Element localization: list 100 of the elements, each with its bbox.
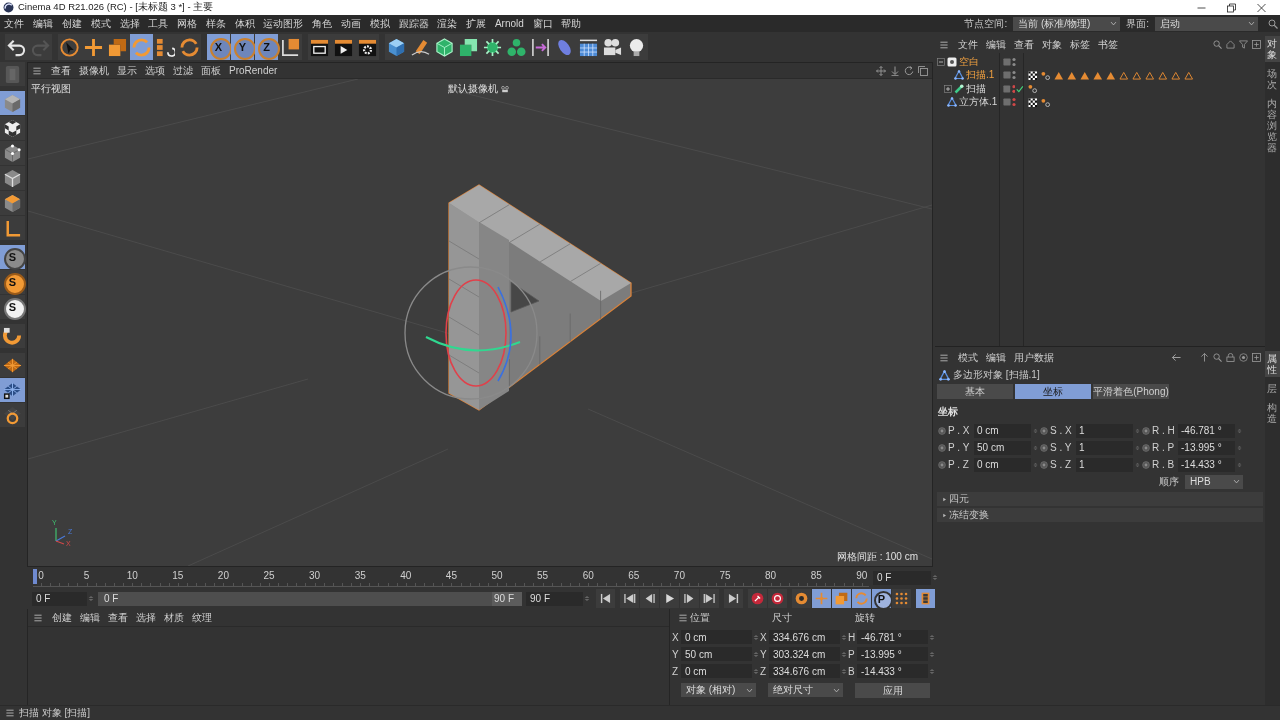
checkerboard-icon[interactable]	[1028, 97, 1038, 107]
circle-dot-icon[interactable]	[938, 426, 946, 435]
point-mode-button[interactable]	[0, 141, 25, 165]
material-menu-item[interactable]: 编辑	[76, 610, 104, 625]
position-field[interactable]: 50 cm	[681, 647, 752, 661]
viewport-menu-item[interactable]: 显示	[113, 63, 141, 78]
apply-button[interactable]: 应用	[855, 683, 930, 698]
menu-icon[interactable]	[678, 614, 688, 622]
filter-icon[interactable]	[1239, 40, 1248, 49]
viewport-menu-item[interactable]: 面板	[197, 63, 225, 78]
left-arrow-icon[interactable]	[1171, 353, 1182, 362]
node-space-dropdown[interactable]: 当前 (标准/物理)	[1013, 16, 1121, 31]
up-arrow-icon[interactable]	[1200, 353, 1209, 362]
expand-box-icon[interactable]	[944, 84, 952, 93]
menu-item[interactable]: 网格	[172, 16, 202, 31]
position-field[interactable]: 0 cm	[681, 630, 752, 644]
lock-icon[interactable]	[1226, 353, 1235, 362]
side-tab[interactable]: 构造	[1265, 400, 1280, 426]
attribute-menu-item[interactable]: 编辑	[982, 350, 1010, 365]
value-field[interactable]: 1	[1076, 457, 1133, 472]
side-tab[interactable]: 内容浏览器	[1265, 96, 1280, 155]
size-field[interactable]: 334.676 cm	[769, 664, 840, 678]
axis-button[interactable]: Y	[231, 34, 254, 60]
key-selection-button[interactable]	[792, 589, 811, 608]
menu-item[interactable]: 窗口	[528, 16, 557, 31]
menu-item[interactable]: Arnold	[490, 18, 529, 29]
layout-dropdown[interactable]: 启动	[1155, 16, 1258, 31]
timeline-button[interactable]	[916, 589, 935, 608]
axis-button[interactable]: Z	[255, 34, 278, 60]
prev-frame-button[interactable]	[640, 589, 659, 608]
value-field[interactable]: -13.995 °	[1178, 440, 1235, 455]
rotation-field[interactable]: -13.995 °	[857, 647, 928, 661]
dot-and-ring-icon[interactable]	[1028, 84, 1038, 94]
check-mark-icon[interactable]	[1016, 84, 1024, 93]
object-name[interactable]: 立方体.1	[959, 95, 998, 110]
menu-item[interactable]: 编辑	[28, 16, 58, 31]
material-menu-item[interactable]: 材质	[160, 610, 188, 625]
object-name[interactable]: 扫描	[966, 81, 986, 96]
dot-pair-icon[interactable]	[1011, 83, 1016, 94]
dot-pair-icon[interactable]	[1012, 56, 1016, 67]
position-field[interactable]: 0 cm	[681, 664, 752, 678]
order-dropdown[interactable]: HPB	[1185, 474, 1243, 489]
circle-dot-icon[interactable]	[1040, 426, 1048, 435]
menu-item[interactable]: 工具	[143, 16, 173, 31]
tab[interactable]: 基本	[937, 384, 1013, 399]
rotation-field[interactable]: -14.433 °	[857, 664, 928, 678]
auto-key-button[interactable]	[768, 589, 787, 608]
menu-item[interactable]: 动画	[336, 16, 366, 31]
overlapping-squares-icon[interactable]	[918, 65, 928, 76]
search-icon[interactable]	[1213, 353, 1222, 362]
circle-dot-icon[interactable]	[938, 443, 946, 452]
circle-dot-icon[interactable]	[1142, 460, 1150, 469]
menu-item[interactable]: 帮助	[556, 16, 586, 31]
material-menu-item[interactable]: 创建	[48, 610, 76, 625]
menu-item[interactable]: 角色	[307, 16, 337, 31]
prev-key-button[interactable]	[620, 589, 639, 608]
coordinate-mode-dropdown[interactable]: 对象 (相对)	[681, 683, 756, 697]
menu-item[interactable]: 模式	[86, 16, 116, 31]
collapse-box-icon[interactable]	[937, 57, 945, 66]
value-field[interactable]: 1	[1076, 423, 1133, 438]
menu-item[interactable]: 文件	[0, 16, 29, 31]
side-tab[interactable]: 场次	[1265, 66, 1280, 92]
play-button[interactable]	[660, 589, 679, 608]
texture-mode-button[interactable]	[0, 116, 25, 140]
circle-dot-icon[interactable]	[1142, 426, 1150, 435]
next-frame-button[interactable]	[680, 589, 699, 608]
viewport-menu-item[interactable]: ProRender	[225, 65, 282, 76]
plus-square-icon[interactable]	[1252, 353, 1261, 362]
frame-range-slider[interactable]: 0 F 90 F	[98, 591, 522, 606]
menu-item[interactable]: 选择	[115, 16, 144, 31]
value-field[interactable]: 0 cm	[974, 457, 1031, 472]
close-icon[interactable]	[1256, 2, 1267, 13]
object-menu-item[interactable]: 对象	[1038, 37, 1066, 52]
go-start-button[interactable]	[596, 589, 615, 608]
value-field[interactable]: 1	[1076, 440, 1133, 455]
polygon-mode-button[interactable]	[0, 191, 25, 215]
object-menu-item[interactable]: 书签	[1094, 37, 1122, 52]
value-field[interactable]: 0 cm	[974, 423, 1031, 438]
material-menu-item[interactable]: 纹理	[188, 610, 216, 625]
menu-icon[interactable]	[5, 709, 15, 717]
next-key-button[interactable]	[700, 589, 719, 608]
axis-mode-button[interactable]	[0, 216, 25, 240]
quantize-button[interactable]: S	[0, 295, 25, 319]
collapsible-group[interactable]: 四元	[937, 492, 1263, 506]
workplane-button[interactable]	[0, 353, 25, 377]
house-outline-icon[interactable]	[1226, 40, 1235, 49]
workplane-locked-button[interactable]	[0, 378, 25, 402]
menu-item[interactable]: 样条	[201, 16, 231, 31]
viewport-menu-item[interactable]: 选项	[141, 63, 169, 78]
menu-item[interactable]: 运动图形	[259, 16, 308, 31]
menu-item[interactable]: 跟踪器	[394, 16, 433, 31]
size-field[interactable]: 303.324 cm	[769, 647, 840, 661]
side-tab[interactable]: 属性	[1265, 351, 1280, 377]
side-tab[interactable]: 对象	[1265, 36, 1280, 62]
object-name[interactable]: 扫描.1	[966, 68, 995, 83]
search-icon[interactable]	[1213, 40, 1222, 49]
material-menu-item[interactable]: 查看	[104, 610, 132, 625]
move-arrows-icon[interactable]	[876, 65, 886, 76]
end-frame-field[interactable]: 90 F	[526, 591, 583, 606]
start-frame-field[interactable]: 0 F	[32, 591, 87, 606]
